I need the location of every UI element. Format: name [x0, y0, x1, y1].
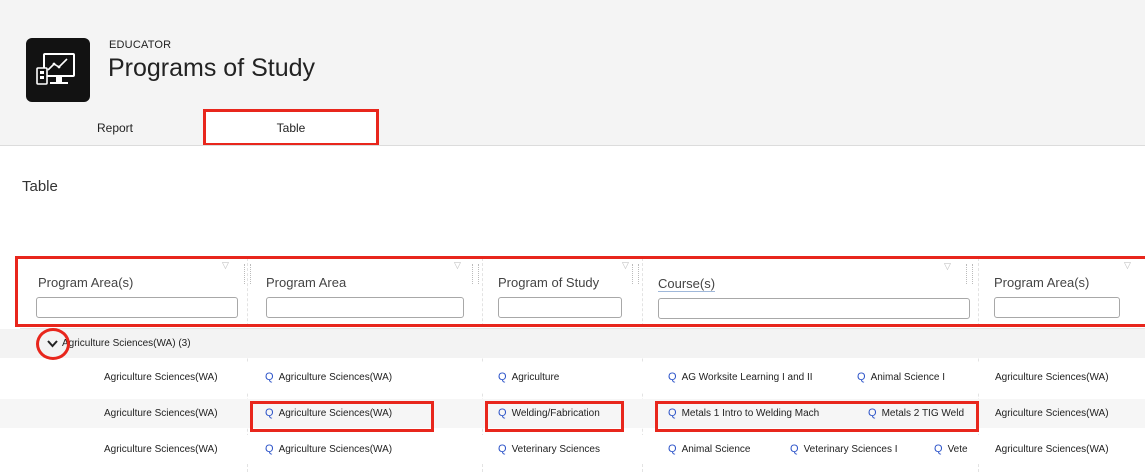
filter-input-program-areas[interactable] — [36, 297, 238, 318]
link-program-area[interactable]: Q Agriculture Sciences(WA) — [265, 363, 392, 392]
sort-icon[interactable]: ▽ — [454, 260, 461, 271]
search-icon: Q — [868, 407, 877, 419]
header-divider — [0, 145, 1145, 146]
link-course[interactable]: Q Metals 1 Intro to Welding Mach — [668, 399, 819, 428]
table-row: Agriculture Sciences(WA) Q Agriculture Sc… — [0, 399, 1145, 428]
column-label: Program Area(s) — [38, 275, 134, 290]
column-header-courses[interactable]: Course(s) ▽ — [648, 258, 976, 329]
search-icon: Q — [265, 407, 274, 419]
search-icon: Q — [498, 407, 507, 419]
link-course[interactable]: Q Metals 2 TIG Weld — [868, 399, 976, 428]
column-label: Program of Study — [498, 275, 600, 290]
search-icon: Q — [668, 407, 677, 419]
search-icon: Q — [668, 443, 677, 455]
search-icon: Q — [857, 371, 866, 383]
link-program-of-study[interactable]: Q Veterinary Sciences — [498, 435, 600, 464]
page-title: Programs of Study — [108, 54, 316, 82]
link-course[interactable]: Q Veterinary Sciences I — [790, 435, 898, 464]
cell-program-areas: Agriculture Sciences(WA) — [104, 408, 218, 419]
tab-table[interactable]: Table — [205, 111, 377, 145]
column-resize-handle[interactable] — [632, 264, 639, 284]
column-header-program-areas-2[interactable]: Program Area(s) ▽ — [984, 258, 1145, 328]
link-program-area[interactable]: Q Agriculture Sciences(WA) — [265, 435, 392, 464]
link-course[interactable]: Q Animal Science I — [857, 363, 945, 392]
sort-icon[interactable]: ▽ — [622, 260, 629, 271]
cell-program-areas: Agriculture Sciences(WA) — [104, 372, 218, 383]
sort-icon[interactable]: ▽ — [944, 261, 951, 272]
column-header-program-area[interactable]: Program Area ▽ — [256, 258, 480, 328]
sort-icon[interactable]: ▽ — [222, 260, 229, 271]
table-row: Agriculture Sciences(WA) Q Agriculture Sc… — [0, 435, 1145, 464]
search-icon: Q — [934, 443, 943, 455]
column-label: Course(s) — [658, 276, 716, 292]
filter-input-program-of-study[interactable] — [498, 297, 622, 318]
filter-input-courses[interactable] — [658, 298, 970, 319]
filter-input-program-areas-2[interactable] — [994, 297, 1120, 318]
search-icon: Q — [668, 371, 677, 383]
column-resize-handle[interactable] — [244, 264, 251, 284]
monitor-chart-icon — [26, 38, 90, 102]
tab-report[interactable]: Report — [70, 111, 160, 145]
search-icon: Q — [498, 371, 507, 383]
group-label: Agriculture Sciences(WA) (3) — [62, 338, 191, 349]
column-label: Program Area(s) — [994, 275, 1090, 290]
column-header-program-areas[interactable]: Program Area(s) ▽ — [28, 258, 246, 328]
search-icon: Q — [498, 443, 507, 455]
app-header: EDUCATOR Programs of Study Report Table — [0, 0, 1145, 145]
table-row: Agriculture Sciences(WA) Q Agriculture Sc… — [0, 363, 1145, 392]
link-course[interactable]: Q Vete — [934, 435, 976, 464]
expand-highlight — [36, 328, 70, 360]
link-program-of-study[interactable]: Q Welding/Fabrication — [498, 399, 600, 428]
column-resize-handle[interactable] — [966, 264, 973, 284]
cell-program-areas-2: Agriculture Sciences(WA) — [995, 444, 1109, 455]
link-program-of-study[interactable]: Q Agriculture — [498, 363, 559, 392]
column-header-program-of-study[interactable]: Program of Study ▽ — [488, 258, 640, 328]
search-icon: Q — [790, 443, 799, 455]
column-label: Program Area — [266, 275, 347, 290]
cell-program-areas-2: Agriculture Sciences(WA) — [995, 408, 1109, 419]
link-program-area[interactable]: Q Agriculture Sciences(WA) — [265, 399, 392, 428]
search-icon: Q — [265, 371, 274, 383]
cell-program-areas-2: Agriculture Sciences(WA) — [995, 372, 1109, 383]
link-course[interactable]: Q Animal Science — [668, 435, 750, 464]
group-row[interactable]: Agriculture Sciences(WA) (3) — [0, 329, 1145, 358]
filter-input-program-area[interactable] — [266, 297, 464, 318]
column-resize-handle[interactable] — [472, 264, 479, 284]
sort-icon[interactable]: ▽ — [1124, 260, 1131, 271]
link-course[interactable]: Q AG Worksite Learning I and II — [668, 363, 813, 392]
app-category: EDUCATOR — [109, 39, 172, 51]
search-icon: Q — [265, 443, 274, 455]
cell-program-areas: Agriculture Sciences(WA) — [104, 444, 218, 455]
section-title: Table — [22, 178, 58, 195]
